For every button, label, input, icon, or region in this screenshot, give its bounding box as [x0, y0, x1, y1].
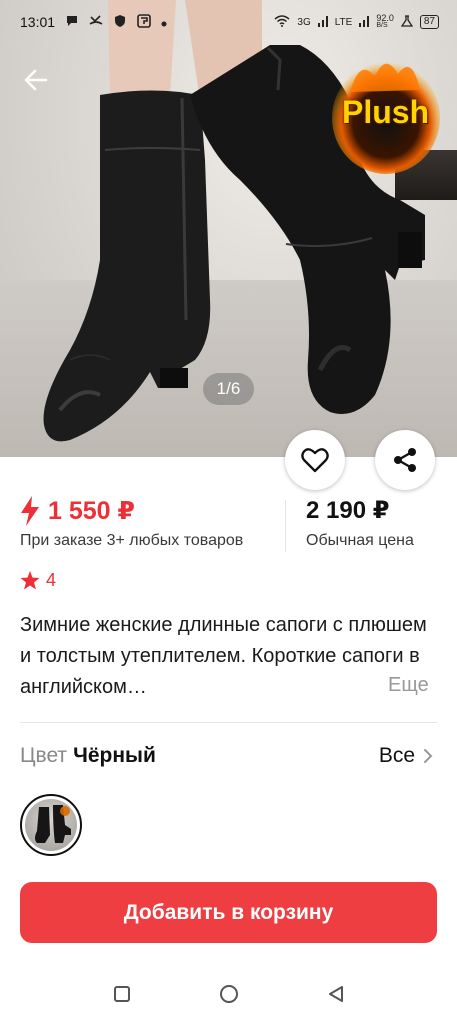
swatch-thumbnail [25, 799, 77, 851]
network-lte: LTE [334, 16, 353, 28]
system-nav-bar [0, 964, 457, 1024]
share-button[interactable] [375, 430, 435, 490]
show-all-label: Все [378, 744, 415, 767]
sale-price: 1 550 ₽ [20, 496, 135, 526]
app-notification-icon [137, 13, 151, 31]
chevron-right-icon [424, 749, 433, 763]
star-icon [20, 571, 40, 590]
heart-icon [301, 448, 329, 473]
rating[interactable]: 4 [20, 570, 56, 591]
network-3g: 3G [297, 16, 311, 28]
price-block: 1 550 ₽ При заказе 3+ любых товаров 2 19… [20, 494, 440, 554]
battery-indicator: 87 [419, 15, 439, 29]
wifi-icon [274, 14, 290, 30]
speed-value: 92.0 [376, 13, 394, 23]
speed-unit: B/S [376, 22, 388, 29]
favorite-button[interactable] [285, 430, 345, 490]
signal-icon [317, 15, 328, 30]
missed-call-icon [89, 14, 103, 31]
section-divider [20, 722, 437, 723]
regular-price-note: Обычная цена [306, 532, 414, 549]
boot-thumbnail-icon [35, 805, 71, 843]
product-title: Зимние женские длинные сапоги с плюшем и… [20, 614, 427, 698]
sale-price-note: При заказе 3+ любых товаров [20, 532, 244, 549]
color-selector-row[interactable]: Цвет Чёрный Все [20, 744, 437, 774]
show-all-colors[interactable]: Все [379, 744, 433, 768]
more-link[interactable]: Еще [384, 674, 429, 697]
regular-price: 2 190 ₽ [306, 497, 390, 524]
arrow-left-icon [24, 69, 48, 91]
share-icon [394, 448, 416, 472]
lightning-icon [21, 496, 39, 526]
sale-price-value: 1 550 ₽ [48, 497, 135, 525]
color-label: Цвет [20, 744, 68, 767]
status-time: 13:01 [20, 14, 56, 30]
status-bar: 13:01 3G LTE 92.0 B/S 87 [0, 0, 457, 44]
status-right: 3G LTE 92.0 B/S 87 [274, 14, 439, 30]
dot-icon [161, 15, 167, 30]
home-icon[interactable] [219, 984, 239, 1004]
recent-apps-icon[interactable] [113, 985, 131, 1003]
network-speed: 92.0 B/S [376, 14, 394, 30]
message-icon [65, 14, 79, 31]
back-button[interactable] [20, 64, 52, 96]
color-value: Чёрный [73, 744, 156, 767]
shield-icon [113, 14, 127, 31]
add-to-cart-button[interactable]: Добавить в корзину [20, 882, 437, 943]
back-nav-icon[interactable] [327, 985, 345, 1003]
lab-icon [400, 14, 414, 30]
color-swatch-black[interactable] [20, 794, 82, 856]
rating-value: 4 [46, 570, 57, 590]
price-divider [285, 500, 286, 552]
image-counter: 1/6 [203, 373, 254, 405]
plush-badge-text: Plush [342, 94, 430, 130]
signal-icon-2 [359, 15, 370, 30]
